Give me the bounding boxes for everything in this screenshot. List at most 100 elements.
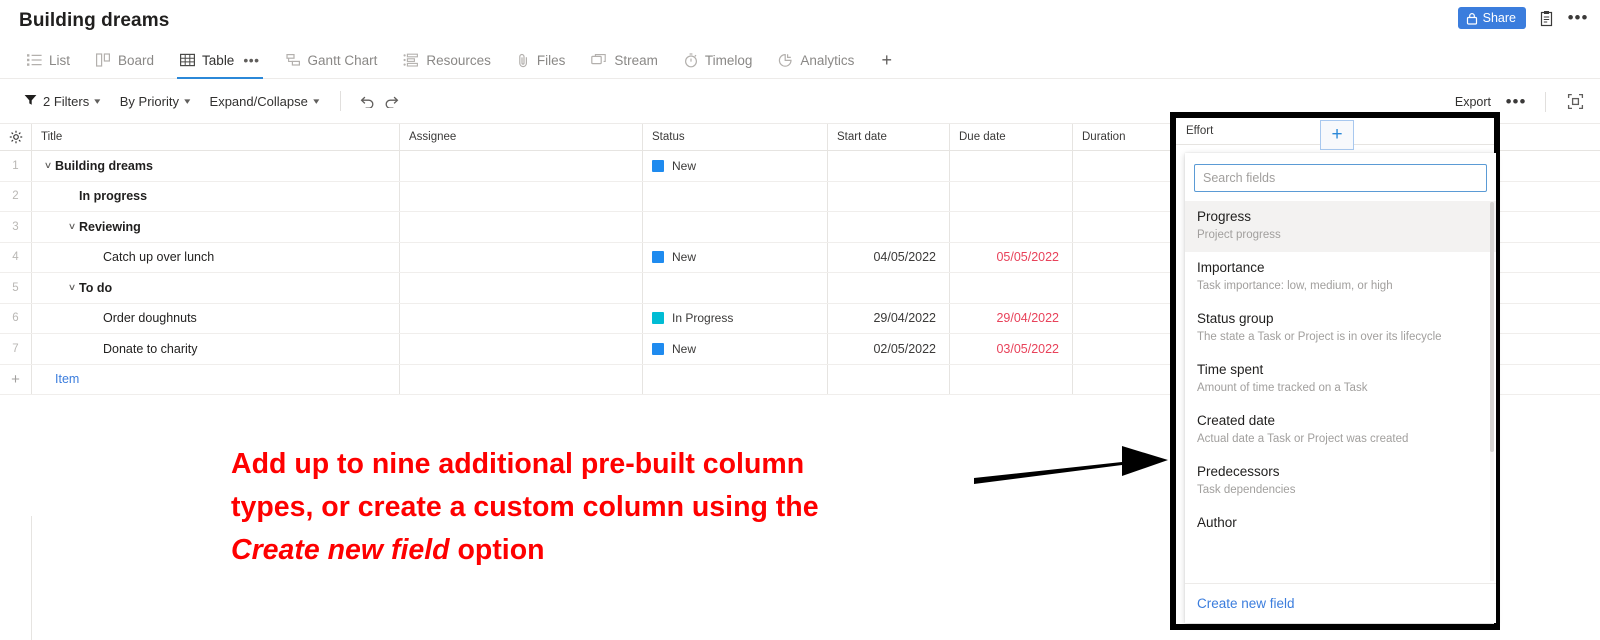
fullscreen-icon[interactable] (1562, 89, 1588, 115)
tab-timelog[interactable]: Timelog (671, 42, 766, 79)
row-due-date-cell[interactable] (950, 181, 1073, 211)
ellipsis-icon[interactable]: ••• (1566, 6, 1590, 30)
tab-gantt-chart[interactable]: Gantt Chart (273, 42, 391, 79)
row-start-date-cell[interactable] (828, 181, 950, 211)
add-tab-button[interactable]: + (867, 50, 906, 71)
row-assignee-cell[interactable] (400, 273, 643, 303)
add-row-plus-icon[interactable]: + (0, 364, 32, 394)
field-option-description: Task dependencies (1197, 484, 1296, 496)
ellipsis-glyph: ••• (1505, 91, 1527, 111)
tab-board[interactable]: Board (83, 42, 167, 79)
row-title-label: Order doughnuts (103, 311, 197, 326)
add-column-button[interactable]: + (1320, 120, 1354, 150)
row-title-cell[interactable]: ∨ To do (32, 273, 400, 303)
row-start-date-cell[interactable] (828, 212, 950, 242)
row-number: 3 (0, 212, 32, 242)
page-title: Building dreams (19, 10, 170, 31)
tab-list[interactable]: List (14, 42, 83, 79)
column-header-due-date[interactable]: Due date (950, 124, 1073, 150)
row-status-cell[interactable] (643, 273, 828, 303)
tab-label: Timelog (704, 52, 753, 68)
tab-stream[interactable]: Stream (578, 42, 671, 79)
chevron-down-icon[interactable]: ∨ (63, 221, 81, 232)
redo-icon[interactable] (379, 88, 405, 114)
row-due-date-cell[interactable] (950, 151, 1073, 181)
menu-scrollbar[interactable] (1490, 202, 1494, 581)
row-status-cell[interactable]: In Progress (643, 303, 828, 333)
row-start-date-cell[interactable]: 04/05/2022 (828, 242, 950, 272)
settings-gear-icon[interactable] (0, 124, 32, 150)
field-option[interactable]: Progress Project progress (1185, 201, 1496, 252)
tab-label: Stream (614, 52, 658, 68)
column-header-start-date[interactable]: Start date (828, 124, 950, 150)
row-title-cell[interactable]: In progress (32, 181, 400, 211)
export-button[interactable]: Export (1447, 95, 1499, 109)
tab-files[interactable]: Files (504, 42, 579, 79)
row-start-date-cell[interactable] (828, 151, 950, 181)
tab-label: Analytics (800, 52, 855, 68)
row-assignee-cell[interactable] (400, 151, 643, 181)
row-status-cell[interactable]: New (643, 242, 828, 272)
tab-analytics[interactable]: Analytics (765, 42, 867, 79)
row-due-date-cell[interactable]: 03/05/2022 (950, 334, 1073, 364)
row-start-date-cell[interactable] (828, 273, 950, 303)
row-status-cell[interactable] (643, 181, 828, 211)
row-status-cell[interactable]: New (643, 151, 828, 181)
share-button[interactable]: Share (1457, 7, 1526, 29)
add-row-empty-cell (400, 364, 643, 394)
row-assignee-cell[interactable] (400, 334, 643, 364)
group-by-button[interactable]: By Priority ▾ (110, 79, 200, 124)
chevron-down-icon: ▾ (184, 95, 191, 106)
chevron-down-icon[interactable]: ∨ (63, 282, 81, 293)
row-due-date-cell[interactable] (950, 212, 1073, 242)
field-option-name: Progress (1197, 209, 1252, 224)
status-label: New (672, 250, 697, 265)
row-title-cell[interactable]: Donate to charity (32, 334, 400, 364)
field-option[interactable]: Created date Actual date a Task or Projec… (1185, 405, 1496, 456)
row-assignee-cell[interactable] (400, 212, 643, 242)
status-label: New (672, 158, 697, 173)
tab-resources[interactable]: Resources (390, 42, 504, 79)
undo-icon[interactable] (353, 88, 379, 114)
chevron-down-icon[interactable]: ∨ (39, 160, 57, 171)
column-header-assignee[interactable]: Assignee (400, 124, 643, 150)
field-option[interactable]: Author (1185, 507, 1496, 540)
filters-label: 2 Filters (43, 93, 90, 109)
row-title-cell[interactable]: Catch up over lunch (32, 242, 400, 272)
row-start-date-cell[interactable]: 29/04/2022 (828, 303, 950, 333)
row-due-date-cell[interactable]: 05/05/2022 (950, 242, 1073, 272)
tab-table[interactable]: Table ••• (167, 42, 273, 79)
row-status-cell[interactable]: New (643, 334, 828, 364)
menu-scrollbar-thumb[interactable] (1490, 202, 1494, 452)
row-start-date-cell[interactable]: 02/05/2022 (828, 334, 950, 364)
create-new-field-link[interactable]: Create new field (1197, 596, 1295, 611)
tab-overflow-icon[interactable]: ••• (243, 53, 259, 67)
row-assignee-cell[interactable] (400, 303, 643, 333)
field-option-name: Predecessors (1197, 464, 1280, 479)
row-title-cell[interactable]: Order doughnuts (32, 303, 400, 333)
resources-icon (403, 53, 419, 67)
column-header-title[interactable]: Title (32, 124, 400, 150)
app-root: Building dreams Share ••• List Board Tab… (0, 0, 1600, 640)
field-option[interactable]: Time spent Amount of time tracked on a Ta… (1185, 354, 1496, 405)
add-item-cell[interactable]: Item (32, 364, 400, 394)
row-due-date-cell[interactable]: 29/04/2022 (950, 303, 1073, 333)
row-assignee-cell[interactable] (400, 242, 643, 272)
row-title-cell[interactable]: ∨ Building dreams (32, 151, 400, 181)
field-option[interactable]: Importance Task importance: low, medium, … (1185, 252, 1496, 303)
row-due-date-cell[interactable] (950, 273, 1073, 303)
field-option[interactable]: Status group The state a Task or Project … (1185, 303, 1496, 354)
toolbar-ellipsis-icon[interactable]: ••• (1503, 89, 1529, 115)
filters-button[interactable]: 2 Filters ▾ (14, 79, 110, 124)
row-status-cell[interactable] (643, 212, 828, 242)
expand-collapse-button[interactable]: Expand/Collapse ▾ (200, 79, 329, 124)
search-fields-input[interactable] (1194, 164, 1487, 192)
clipboard-icon[interactable] (1534, 6, 1558, 30)
row-title-cell[interactable]: ∨ Reviewing (32, 212, 400, 242)
piechart-icon (778, 53, 793, 68)
field-option-name: Created date (1197, 413, 1276, 428)
column-header-status[interactable]: Status (643, 124, 828, 150)
row-assignee-cell[interactable] (400, 181, 643, 211)
field-option[interactable]: Predecessors Task dependencies (1185, 456, 1496, 507)
